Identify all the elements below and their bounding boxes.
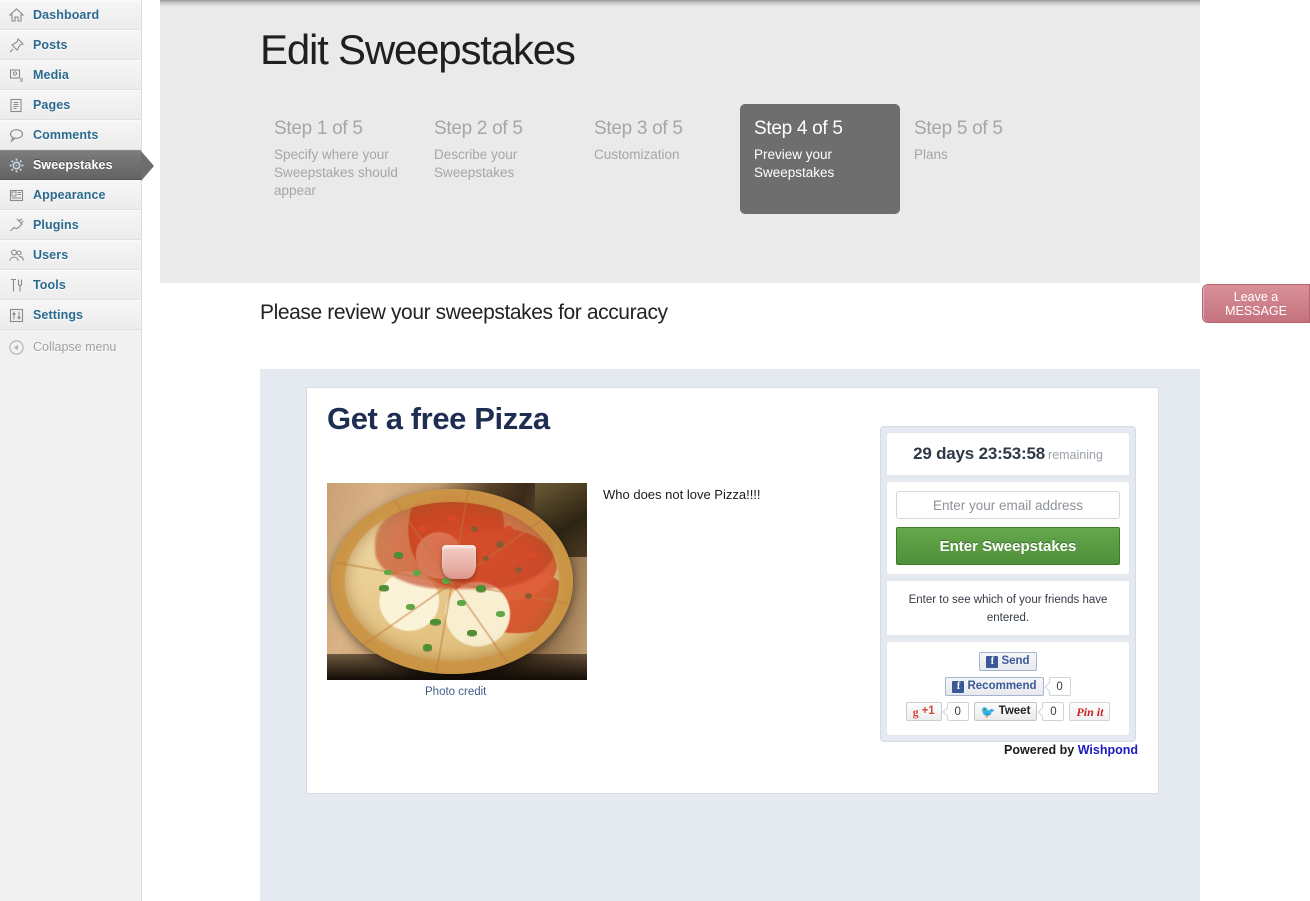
step-description: Specify where your Sweepstakes should ap… xyxy=(274,147,398,198)
plastic-cup xyxy=(442,544,477,579)
step-5[interactable]: Step 5 of 5 Plans xyxy=(900,104,1060,214)
collapse-menu-button[interactable]: Collapse menu xyxy=(0,332,141,362)
step-3[interactable]: Step 3 of 5 Customization xyxy=(580,104,740,214)
google-plus-one-button[interactable]: g +1 xyxy=(905,702,942,721)
step-wizard: Step 1 of 5 Specify where your Sweepstak… xyxy=(260,104,1060,214)
twitter-bird-icon: 🐦 xyxy=(980,704,996,719)
countdown-remaining-label: remaining xyxy=(1048,448,1103,462)
sidebar-item-label: Tools xyxy=(33,278,66,292)
sidebar-item-users[interactable]: Users xyxy=(0,240,141,270)
countdown-panel: 29 days 23:53:58 remaining xyxy=(886,432,1130,476)
sidebar-item-comments[interactable]: Comments xyxy=(0,120,141,150)
step-2[interactable]: Step 2 of 5 Describe your Sweepstakes xyxy=(420,104,580,214)
sidebar-item-dashboard[interactable]: Dashboard xyxy=(0,0,141,30)
step-number: Step 5 of 5 xyxy=(914,118,1003,139)
twitter-tweet-count: 0 xyxy=(1042,702,1065,721)
facebook-recommend-label: Recommend xyxy=(967,679,1037,692)
google-plus-one-count: 0 xyxy=(946,702,969,721)
review-instruction: Please review your sweepstakes for accur… xyxy=(260,301,668,324)
step-number: Step 1 of 5 xyxy=(274,118,363,139)
page-header: Edit Sweepstakes Step 1 of 5 Specify whe… xyxy=(160,0,1200,283)
sidebar-item-label: Sweepstakes xyxy=(33,158,113,172)
sliders-icon xyxy=(7,306,25,324)
sidebar-item-appearance[interactable]: Appearance xyxy=(0,180,141,210)
home-icon xyxy=(7,6,25,24)
sidebar-item-label: Pages xyxy=(33,98,71,112)
step-4-current[interactable]: Step 4 of 5 Preview your Sweepstakes xyxy=(740,104,900,214)
step-number: Step 4 of 5 xyxy=(754,118,843,139)
facebook-recommend-count: 0 xyxy=(1048,677,1071,696)
page-title: Edit Sweepstakes xyxy=(260,26,576,73)
sidebar-item-tools[interactable]: Tools xyxy=(0,270,141,300)
sidebar-item-pages[interactable]: Pages xyxy=(0,90,141,120)
friends-notice-text: Enter to see which of your friends have … xyxy=(908,594,1108,624)
pin-icon xyxy=(7,36,25,54)
enter-sweepstakes-button[interactable]: Enter Sweepstakes xyxy=(896,527,1120,565)
twitter-tweet-button[interactable]: 🐦 Tweet xyxy=(973,702,1038,721)
step-description: Plans xyxy=(914,147,948,162)
facebook-icon: f xyxy=(952,680,965,693)
facebook-send-label: Send xyxy=(1001,654,1030,667)
promo-title: Get a free Pizza xyxy=(327,401,550,436)
step-number: Step 3 of 5 xyxy=(594,118,683,139)
sidebar-item-label: Plugins xyxy=(33,218,79,232)
wishpond-link[interactable]: Wishpond xyxy=(1078,743,1138,757)
facebook-send-button[interactable]: f Send xyxy=(979,652,1037,671)
pinterest-pin-it-button[interactable]: Pin it xyxy=(1069,702,1111,721)
leave-message-line1: Leave a xyxy=(1233,289,1279,304)
plug-icon xyxy=(7,216,25,234)
gear-icon xyxy=(7,156,25,174)
sidebar-item-media[interactable]: Media xyxy=(0,60,141,90)
sweepstakes-preview-container: Get a free Pizza Photo credit Who does n… xyxy=(260,369,1200,901)
photo-credit-link[interactable]: Photo credit xyxy=(425,686,486,698)
sidebar-item-label: Media xyxy=(33,68,69,82)
pages-icon xyxy=(7,96,25,114)
sidebar-item-sweepstakes[interactable]: Sweepstakes xyxy=(0,150,154,181)
leave-message-line2: MESSAGE xyxy=(1225,303,1287,318)
powered-by-label: Powered by xyxy=(1004,743,1075,757)
appearance-icon xyxy=(7,186,25,204)
tools-icon xyxy=(7,276,25,294)
collapse-menu-label: Collapse menu xyxy=(33,340,117,354)
step-description: Describe your Sweepstakes xyxy=(434,147,518,180)
sweepstakes-card: Get a free Pizza Photo credit Who does n… xyxy=(306,387,1159,794)
leave-a-message-tab[interactable]: Leave a MESSAGE xyxy=(1202,284,1310,323)
entry-form-panel: Enter Sweepstakes xyxy=(886,481,1130,575)
social-row-misc: g +1 0 🐦 Tweet 0 Pin it xyxy=(893,702,1123,721)
sidebar-item-posts[interactable]: Posts xyxy=(0,30,141,60)
comment-bubble-icon xyxy=(7,126,25,144)
step-number: Step 2 of 5 xyxy=(434,118,523,139)
social-row-send: f Send xyxy=(893,652,1123,671)
sidebar-item-label: Settings xyxy=(33,308,84,322)
sidebar-item-plugins[interactable]: Plugins xyxy=(0,210,141,240)
social-row-recommend: f Recommend 0 xyxy=(893,677,1123,696)
step-description: Preview your Sweepstakes xyxy=(754,147,835,180)
sweepstakes-widget: 29 days 23:53:58remaining Enter Sweepsta… xyxy=(880,426,1136,742)
step-description: Customization xyxy=(594,147,680,162)
wp-admin-sidebar: Dashboard Posts Media Pages Comments Swe… xyxy=(0,0,154,901)
sidebar-item-label: Comments xyxy=(33,128,99,142)
sidebar-item-label: Dashboard xyxy=(33,8,100,22)
promo-body-text: Who does not love Pizza!!!! xyxy=(603,487,761,502)
google-plus-one-label: +1 xyxy=(921,704,935,717)
powered-by-credit: Powered by Wishpond xyxy=(1004,743,1138,757)
google-plus-icon: g xyxy=(912,704,919,719)
pizza-photo xyxy=(327,483,587,680)
sidebar-item-settings[interactable]: Settings xyxy=(0,300,141,330)
twitter-tweet-label: Tweet xyxy=(998,704,1031,717)
facebook-recommend-button[interactable]: f Recommend xyxy=(945,677,1044,696)
sidebar-item-label: Appearance xyxy=(33,188,106,202)
social-share-panel: f Send f Recommend 0 g +1 0 🐦 Tweet 0 Pi… xyxy=(886,641,1130,736)
step-1[interactable]: Step 1 of 5 Specify where your Sweepstak… xyxy=(260,104,420,214)
email-input[interactable] xyxy=(896,491,1120,519)
collapse-arrow-icon xyxy=(7,338,25,356)
media-icon xyxy=(7,66,25,84)
header-top-shadow xyxy=(160,0,1200,7)
sidebar-item-label: Users xyxy=(33,248,69,262)
sidebar-item-label: Posts xyxy=(33,38,68,52)
users-icon xyxy=(7,246,25,264)
countdown-time: 29 days 23:53:58 xyxy=(913,444,1046,463)
friends-notice-panel: Enter to see which of your friends have … xyxy=(886,580,1130,636)
facebook-icon: f xyxy=(986,655,999,668)
